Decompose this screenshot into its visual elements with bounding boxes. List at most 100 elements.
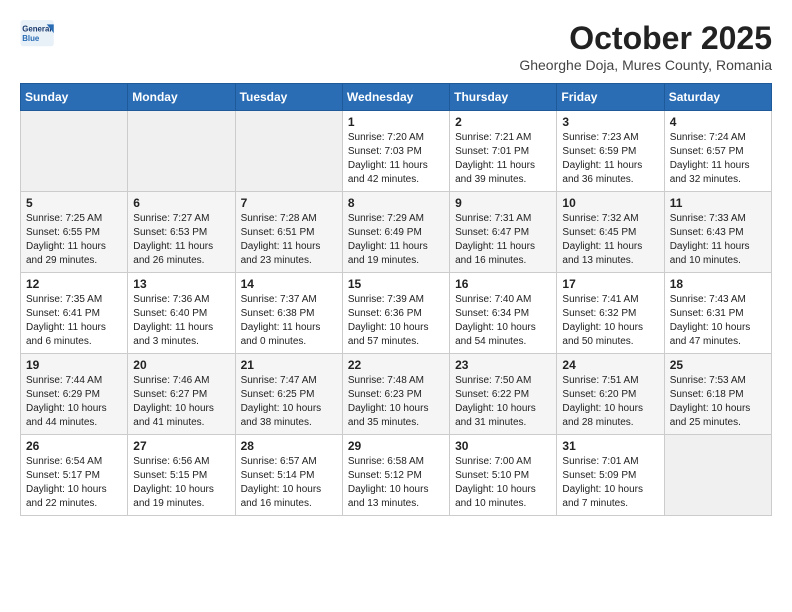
day-info: Sunrise: 7:43 AM Sunset: 6:31 PM Dayligh…	[670, 293, 766, 349]
svg-text:Blue: Blue	[22, 34, 40, 43]
day-of-week-header: Monday	[128, 84, 235, 111]
day-number: 18	[670, 277, 766, 291]
day-number: 22	[348, 358, 444, 372]
day-info: Sunrise: 7:39 AM Sunset: 6:36 PM Dayligh…	[348, 293, 444, 349]
calendar-cell: 3Sunrise: 7:23 AM Sunset: 6:59 PM Daylig…	[557, 111, 664, 192]
day-number: 28	[241, 439, 337, 453]
calendar-cell: 21 Sunrise: 7:47 AM Sunset: 6:25 PM Dayli…	[235, 354, 342, 435]
day-info: Sunrise: 7:46 AM Sunset: 6:27 PM Dayligh…	[133, 374, 229, 430]
day-info: Sunrise: 7:29 AM Sunset: 6:49 PM Dayligh…	[348, 212, 444, 268]
calendar-cell: 1 Sunrise: 7:20 AM Sunset: 7:03 PM Daylig…	[342, 111, 449, 192]
calendar-week-row: 12 Sunrise: 7:35 AM Sunset: 6:41 PM Dayli…	[21, 273, 772, 354]
calendar-week-row: 19 Sunrise: 7:44 AM Sunset: 6:29 PM Dayli…	[21, 354, 772, 435]
day-of-week-header: Tuesday	[235, 84, 342, 111]
month-title: October 2025	[519, 20, 772, 57]
calendar-cell: 22 Sunrise: 7:48 AM Sunset: 6:23 PM Dayli…	[342, 354, 449, 435]
calendar-cell: 5 Sunrise: 7:25 AM Sunset: 6:55 PM Daylig…	[21, 192, 128, 273]
calendar-week-row: 26Sunrise: 6:54 AM Sunset: 5:17 PM Dayli…	[21, 435, 772, 516]
calendar-cell: 2 Sunrise: 7:21 AM Sunset: 7:01 PM Daylig…	[450, 111, 557, 192]
day-number: 10	[562, 196, 658, 210]
day-number: 19	[26, 358, 122, 372]
day-number: 12	[26, 277, 122, 291]
calendar-table: SundayMondayTuesdayWednesdayThursdayFrid…	[20, 83, 772, 516]
day-info: Sunrise: 7:36 AM Sunset: 6:40 PM Dayligh…	[133, 293, 229, 349]
day-number: 11	[670, 196, 766, 210]
calendar-cell: 9 Sunrise: 7:31 AM Sunset: 6:47 PM Daylig…	[450, 192, 557, 273]
day-of-week-header: Thursday	[450, 84, 557, 111]
day-number: 24	[562, 358, 658, 372]
day-number: 6	[133, 196, 229, 210]
day-info: Sunrise: 7:53 AM Sunset: 6:18 PM Dayligh…	[670, 374, 766, 430]
calendar-cell: 30 Sunrise: 7:00 AM Sunset: 5:10 PM Dayli…	[450, 435, 557, 516]
day-info: Sunrise: 7:31 AM Sunset: 6:47 PM Dayligh…	[455, 212, 551, 268]
logo: General Blue	[20, 20, 56, 48]
day-info: Sunrise: 7:25 AM Sunset: 6:55 PM Dayligh…	[26, 212, 122, 268]
calendar-cell: 11Sunrise: 7:33 AM Sunset: 6:43 PM Dayli…	[664, 192, 771, 273]
day-number: 4	[670, 115, 766, 129]
day-info: Sunrise: 7:20 AM Sunset: 7:03 PM Dayligh…	[348, 131, 444, 187]
day-info: Sunrise: 7:47 AM Sunset: 6:25 PM Dayligh…	[241, 374, 337, 430]
calendar-cell	[21, 111, 128, 192]
day-number: 16	[455, 277, 551, 291]
day-number: 14	[241, 277, 337, 291]
day-number: 29	[348, 439, 444, 453]
day-info: Sunrise: 7:51 AM Sunset: 6:20 PM Dayligh…	[562, 374, 658, 430]
calendar-cell	[128, 111, 235, 192]
calendar-cell: 6 Sunrise: 7:27 AM Sunset: 6:53 PM Daylig…	[128, 192, 235, 273]
calendar-cell: 12 Sunrise: 7:35 AM Sunset: 6:41 PM Dayli…	[21, 273, 128, 354]
title-block: October 2025 Gheorghe Doja, Mures County…	[519, 20, 772, 73]
day-number: 27	[133, 439, 229, 453]
day-info: Sunrise: 6:54 AM Sunset: 5:17 PM Dayligh…	[26, 455, 122, 511]
calendar-cell: 17 Sunrise: 7:41 AM Sunset: 6:32 PM Dayli…	[557, 273, 664, 354]
calendar-cell: 31Sunrise: 7:01 AM Sunset: 5:09 PM Dayli…	[557, 435, 664, 516]
calendar-cell: 20Sunrise: 7:46 AM Sunset: 6:27 PM Dayli…	[128, 354, 235, 435]
calendar-cell	[235, 111, 342, 192]
calendar-week-row: 5 Sunrise: 7:25 AM Sunset: 6:55 PM Daylig…	[21, 192, 772, 273]
day-number: 8	[348, 196, 444, 210]
day-number: 9	[455, 196, 551, 210]
location-subtitle: Gheorghe Doja, Mures County, Romania	[519, 57, 772, 73]
calendar-week-row: 1 Sunrise: 7:20 AM Sunset: 7:03 PM Daylig…	[21, 111, 772, 192]
calendar-cell: 15 Sunrise: 7:39 AM Sunset: 6:36 PM Dayli…	[342, 273, 449, 354]
day-info: Sunrise: 7:27 AM Sunset: 6:53 PM Dayligh…	[133, 212, 229, 268]
day-info: Sunrise: 7:50 AM Sunset: 6:22 PM Dayligh…	[455, 374, 551, 430]
calendar-cell: 24 Sunrise: 7:51 AM Sunset: 6:20 PM Dayli…	[557, 354, 664, 435]
calendar-cell: 29 Sunrise: 6:58 AM Sunset: 5:12 PM Dayli…	[342, 435, 449, 516]
logo-icon: General Blue	[20, 20, 56, 48]
day-number: 31	[562, 439, 658, 453]
day-info: Sunrise: 7:23 AM Sunset: 6:59 PM Dayligh…	[562, 131, 658, 187]
day-info: Sunrise: 6:58 AM Sunset: 5:12 PM Dayligh…	[348, 455, 444, 511]
day-info: Sunrise: 7:28 AM Sunset: 6:51 PM Dayligh…	[241, 212, 337, 268]
calendar-cell: 27 Sunrise: 6:56 AM Sunset: 5:15 PM Dayli…	[128, 435, 235, 516]
day-info: Sunrise: 7:21 AM Sunset: 7:01 PM Dayligh…	[455, 131, 551, 187]
calendar-cell: 19 Sunrise: 7:44 AM Sunset: 6:29 PM Dayli…	[21, 354, 128, 435]
day-number: 1	[348, 115, 444, 129]
calendar-cell: 23 Sunrise: 7:50 AM Sunset: 6:22 PM Dayli…	[450, 354, 557, 435]
day-number: 15	[348, 277, 444, 291]
day-info: Sunrise: 7:35 AM Sunset: 6:41 PM Dayligh…	[26, 293, 122, 349]
day-info: Sunrise: 7:44 AM Sunset: 6:29 PM Dayligh…	[26, 374, 122, 430]
day-info: Sunrise: 7:48 AM Sunset: 6:23 PM Dayligh…	[348, 374, 444, 430]
day-number: 17	[562, 277, 658, 291]
calendar-header-row: SundayMondayTuesdayWednesdayThursdayFrid…	[21, 84, 772, 111]
day-number: 21	[241, 358, 337, 372]
day-number: 13	[133, 277, 229, 291]
day-info: Sunrise: 6:56 AM Sunset: 5:15 PM Dayligh…	[133, 455, 229, 511]
day-number: 23	[455, 358, 551, 372]
day-info: Sunrise: 6:57 AM Sunset: 5:14 PM Dayligh…	[241, 455, 337, 511]
day-number: 30	[455, 439, 551, 453]
day-of-week-header: Wednesday	[342, 84, 449, 111]
day-number: 2	[455, 115, 551, 129]
day-number: 5	[26, 196, 122, 210]
calendar-cell: 26Sunrise: 6:54 AM Sunset: 5:17 PM Dayli…	[21, 435, 128, 516]
calendar-cell: 28 Sunrise: 6:57 AM Sunset: 5:14 PM Dayli…	[235, 435, 342, 516]
calendar-cell: 8 Sunrise: 7:29 AM Sunset: 6:49 PM Daylig…	[342, 192, 449, 273]
day-info: Sunrise: 7:37 AM Sunset: 6:38 PM Dayligh…	[241, 293, 337, 349]
day-of-week-header: Friday	[557, 84, 664, 111]
page-header: General Blue October 2025 Gheorghe Doja,…	[20, 20, 772, 73]
calendar-cell: 16Sunrise: 7:40 AM Sunset: 6:34 PM Dayli…	[450, 273, 557, 354]
day-info: Sunrise: 7:41 AM Sunset: 6:32 PM Dayligh…	[562, 293, 658, 349]
calendar-cell: 25Sunrise: 7:53 AM Sunset: 6:18 PM Dayli…	[664, 354, 771, 435]
calendar-cell: 4Sunrise: 7:24 AM Sunset: 6:57 PM Daylig…	[664, 111, 771, 192]
day-info: Sunrise: 7:00 AM Sunset: 5:10 PM Dayligh…	[455, 455, 551, 511]
